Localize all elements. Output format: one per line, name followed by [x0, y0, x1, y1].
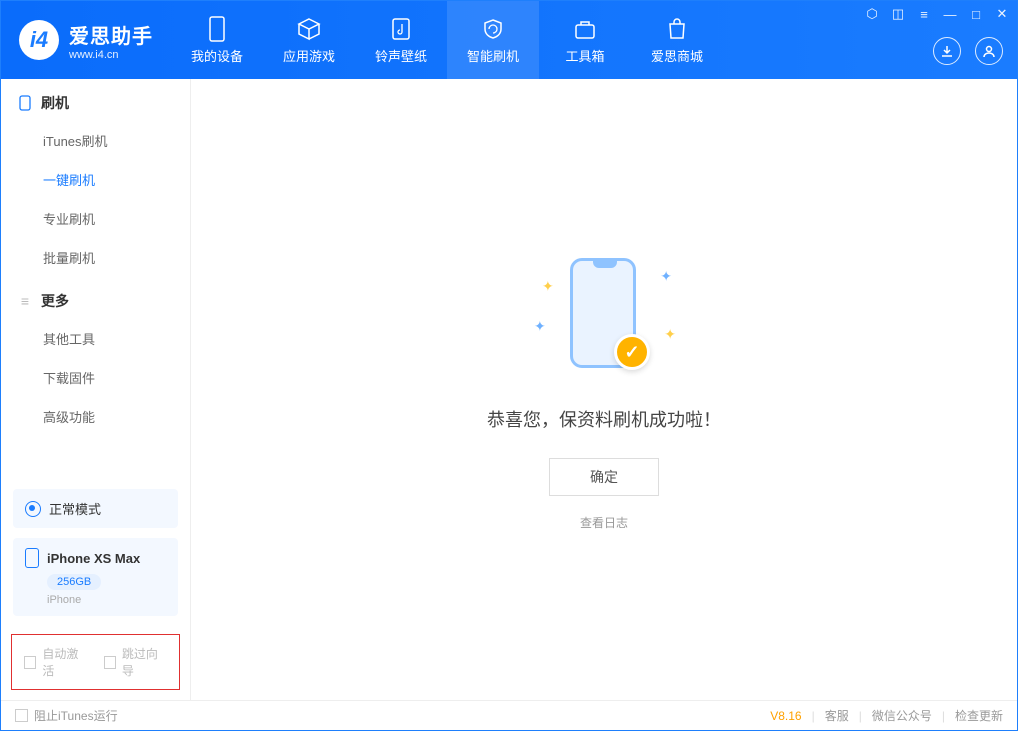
status-bar: 阻止iTunes运行 V8.16 | 客服 | 微信公众号 | 检查更新 [1, 700, 1017, 730]
device-card[interactable]: iPhone XS Max 256GB iPhone [13, 538, 178, 616]
ok-button[interactable]: 确定 [549, 458, 659, 496]
tab-ringtone-wallpaper[interactable]: 铃声壁纸 [355, 1, 447, 79]
phone-outline-icon [25, 548, 39, 568]
tab-smart-flash[interactable]: 智能刷机 [447, 1, 539, 79]
close-button[interactable]: ✕ [993, 5, 1011, 23]
tab-label: 应用游戏 [283, 46, 335, 65]
sidebar-item-batch-flash[interactable]: 批量刷机 [1, 238, 190, 277]
shirt-icon[interactable]: ⬡ [863, 5, 881, 23]
flash-options-highlight: 自动激活 跳过向导 [11, 634, 180, 690]
sidebar-group-more: ≡ 更多 [1, 277, 190, 319]
version-label: V8.16 [770, 709, 801, 723]
checkbox-icon [24, 656, 36, 669]
mode-indicator-icon [25, 501, 41, 517]
sidebar-item-download-firmware[interactable]: 下载固件 [1, 358, 190, 397]
tab-label: 我的设备 [191, 46, 243, 65]
checkbox-icon [15, 709, 28, 722]
checkbox-block-itunes[interactable]: 阻止iTunes运行 [15, 707, 118, 724]
checkbox-icon [104, 656, 116, 669]
wechat-link[interactable]: 微信公众号 [872, 707, 932, 724]
storage-badge: 256GB [47, 574, 101, 590]
logo-icon: i4 [19, 20, 59, 60]
minimize-button[interactable]: — [941, 5, 959, 23]
tab-label: 铃声壁纸 [375, 46, 427, 65]
tab-label: 工具箱 [565, 46, 604, 65]
sparkle-icon: ✦ [542, 278, 554, 295]
device-icon [204, 16, 230, 42]
brand-subtitle: www.i4.cn [69, 49, 153, 61]
device-type: iPhone [47, 594, 166, 606]
maximize-button[interactable]: □ [967, 5, 985, 23]
shopping-bag-icon [664, 16, 690, 42]
download-button[interactable] [933, 37, 961, 65]
cube-icon [296, 16, 322, 42]
sparkle-icon: ✦ [660, 268, 672, 285]
sidebar: 刷机 iTunes刷机 一键刷机 专业刷机 批量刷机 ≡ 更多 其他工具 下载固… [1, 79, 191, 700]
main-content: ✦ ✦ ✦ ✦ ✓ 恭喜您，保资料刷机成功啦！ 确定 查看日志 [191, 79, 1017, 700]
mode-label: 正常模式 [49, 499, 101, 518]
support-link[interactable]: 客服 [825, 707, 849, 724]
logo-block: i4 爱思助手 www.i4.cn [1, 20, 171, 61]
sparkle-icon: ✦ [534, 318, 546, 335]
phone-icon [17, 95, 33, 111]
sidebar-group-flash: 刷机 [1, 79, 190, 121]
sidebar-item-pro-flash[interactable]: 专业刷机 [1, 199, 190, 238]
music-note-icon [388, 16, 414, 42]
header-actions [933, 37, 1003, 65]
tab-label: 爱思商城 [651, 46, 703, 65]
refresh-shield-icon [480, 16, 506, 42]
tab-toolbox[interactable]: 工具箱 [539, 1, 631, 79]
success-illustration: ✦ ✦ ✦ ✦ ✓ [514, 248, 694, 378]
device-name: iPhone XS Max [47, 551, 140, 566]
tab-apps-games[interactable]: 应用游戏 [263, 1, 355, 79]
user-button[interactable] [975, 37, 1003, 65]
menu-icon[interactable]: ≡ [915, 5, 933, 23]
mode-card[interactable]: 正常模式 [13, 489, 178, 528]
tab-label: 智能刷机 [467, 46, 519, 65]
sidebar-item-itunes-flash[interactable]: iTunes刷机 [1, 121, 190, 160]
lock-icon[interactable]: ◫ [889, 5, 907, 23]
tab-my-device[interactable]: 我的设备 [171, 1, 263, 79]
tab-store[interactable]: 爱思商城 [631, 1, 723, 79]
sidebar-item-other-tools[interactable]: 其他工具 [1, 319, 190, 358]
app-header: i4 爱思助手 www.i4.cn 我的设备 应用游戏 铃声壁纸 智能刷机 工具… [1, 1, 1017, 79]
window-controls: ⬡ ◫ ≡ — □ ✕ [863, 5, 1011, 23]
checkmark-badge-icon: ✓ [614, 334, 650, 370]
toolbox-icon [572, 16, 598, 42]
main-tabs: 我的设备 应用游戏 铃声壁纸 智能刷机 工具箱 爱思商城 [171, 1, 723, 79]
checkbox-skip-wizard[interactable]: 跳过向导 [104, 645, 168, 679]
success-message: 恭喜您，保资料刷机成功啦！ [487, 406, 721, 432]
view-log-link[interactable]: 查看日志 [580, 514, 628, 531]
check-update-link[interactable]: 检查更新 [955, 707, 1003, 724]
list-icon: ≡ [17, 293, 33, 309]
sidebar-item-advanced[interactable]: 高级功能 [1, 397, 190, 436]
sidebar-item-oneclick-flash[interactable]: 一键刷机 [1, 160, 190, 199]
checkbox-auto-activate[interactable]: 自动激活 [24, 645, 88, 679]
sparkle-icon: ✦ [664, 326, 676, 343]
brand-title: 爱思助手 [69, 20, 153, 49]
